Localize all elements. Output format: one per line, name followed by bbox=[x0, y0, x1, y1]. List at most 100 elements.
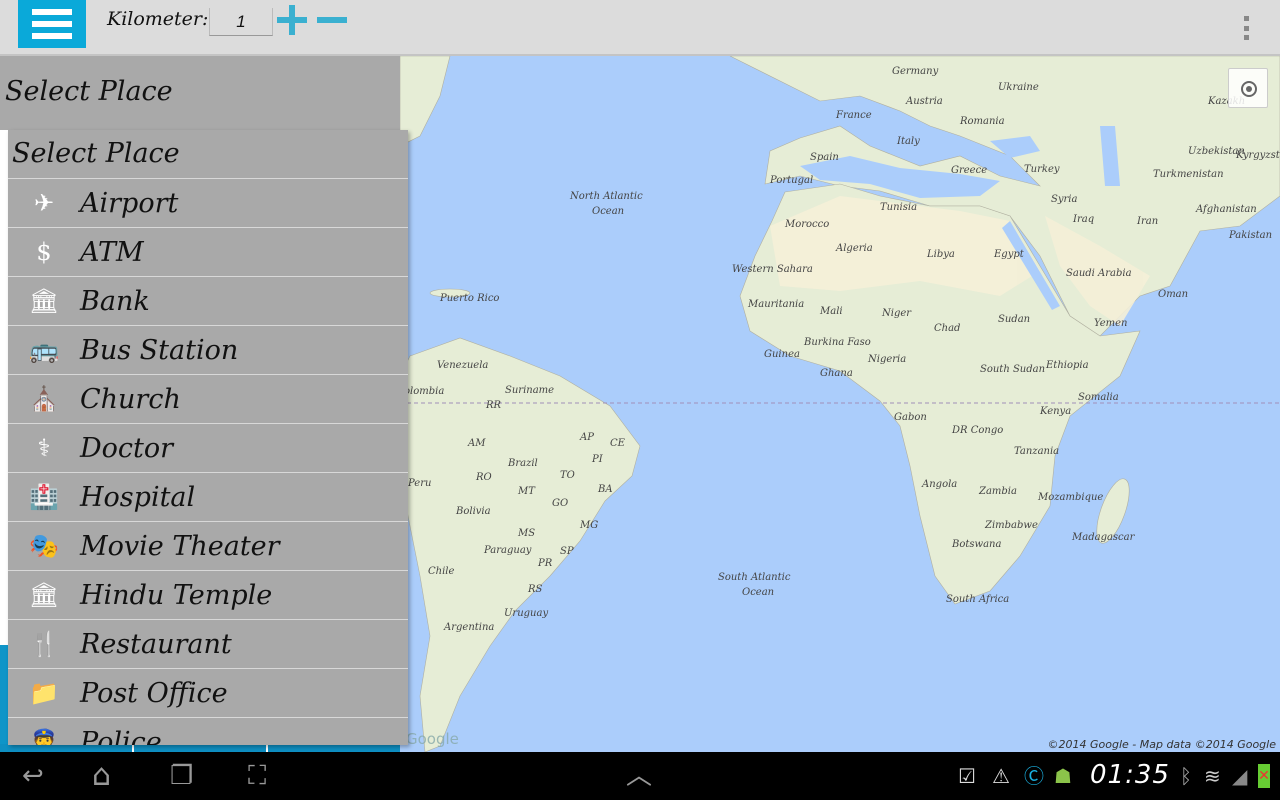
map-label: Angola bbox=[921, 479, 957, 490]
map-label: Oman bbox=[1158, 289, 1188, 300]
dropdown-item-doctor[interactable]: ⚕ Doctor bbox=[8, 424, 408, 473]
map-label: Tunisia bbox=[880, 202, 917, 213]
map-label: Yemen bbox=[1094, 318, 1128, 329]
map-label: South Africa bbox=[946, 594, 1009, 605]
bank-icon: 🏛 bbox=[28, 287, 60, 315]
map-label: Chad bbox=[934, 323, 960, 334]
dropdown-item-church[interactable]: ⛪ Church bbox=[8, 375, 408, 424]
map-label: Iraq bbox=[1072, 214, 1094, 225]
recent-apps-icon[interactable]: ❐ bbox=[170, 762, 193, 790]
map-label: MT bbox=[517, 486, 536, 497]
map-label: AM bbox=[467, 438, 486, 449]
bus-icon: 🚌 bbox=[29, 336, 59, 364]
wifi-icon: ≋ bbox=[1204, 764, 1221, 788]
map-label: Gabon bbox=[894, 412, 927, 423]
map-label: Libya bbox=[926, 249, 955, 260]
dropdown-item-restaurant[interactable]: 🍴 Restaurant bbox=[8, 620, 408, 669]
kilometer-label: Kilometer: bbox=[107, 8, 209, 30]
select-place-spinner[interactable]: Select Place bbox=[0, 56, 400, 130]
airplane-icon: ✈ bbox=[33, 189, 55, 217]
home-icon[interactable]: ⌂ bbox=[92, 761, 111, 791]
map-label: Madagascar bbox=[1071, 532, 1136, 543]
map-label: Puerto Rico bbox=[439, 293, 499, 304]
map-label: Argentina bbox=[443, 622, 494, 633]
map-label: Zambia bbox=[978, 486, 1017, 497]
overflow-menu-button[interactable] bbox=[1244, 16, 1250, 40]
dropdown-item-label: Doctor bbox=[80, 432, 174, 464]
dropdown-item-airport[interactable]: ✈ Airport bbox=[8, 179, 408, 228]
map-label: MS bbox=[517, 528, 535, 539]
dropdown-item-label: Police bbox=[80, 726, 162, 746]
map-label: South Sudan bbox=[980, 364, 1045, 375]
dropdown-item-atm[interactable]: $ ATM bbox=[8, 228, 408, 277]
map-label: Germany bbox=[892, 66, 939, 77]
dropdown-item-bank[interactable]: 🏛 Bank bbox=[8, 277, 408, 326]
theater-mask-icon: 🎭 bbox=[29, 532, 59, 560]
map-label: Western Sahara bbox=[732, 264, 813, 275]
mailbox-icon: 📁 bbox=[29, 679, 59, 707]
map-label: Austria bbox=[905, 96, 943, 107]
map-label: France bbox=[835, 110, 872, 121]
warning-icon: ⚠ bbox=[992, 764, 1010, 788]
map-label: RS bbox=[527, 584, 543, 595]
map-label: TO bbox=[560, 470, 575, 481]
bluetooth-icon: ᛒ bbox=[1180, 764, 1192, 788]
battery-icon: ✕ bbox=[1258, 764, 1270, 788]
map-label: Turkmenistan bbox=[1153, 169, 1224, 180]
dropdown-title[interactable]: Select Place bbox=[8, 130, 408, 179]
dropdown-item-label: Airport bbox=[80, 187, 179, 219]
police-icon: 👮 bbox=[29, 728, 59, 745]
atm-pin-icon: $ bbox=[36, 238, 52, 266]
kilometer-input[interactable] bbox=[209, 8, 273, 36]
screenshot-icon[interactable]: ⛶ bbox=[248, 762, 266, 790]
map-label: Afghanistan bbox=[1195, 204, 1257, 215]
map-label: DR Congo bbox=[951, 425, 1003, 436]
dropdown-item-label: Movie Theater bbox=[80, 530, 280, 562]
map-label: Mozambique bbox=[1037, 492, 1103, 503]
temple-icon: 🏛 bbox=[28, 581, 60, 609]
back-icon[interactable]: ↩ bbox=[22, 762, 44, 790]
map-label: BA bbox=[597, 484, 613, 495]
increase-km-button[interactable] bbox=[277, 5, 307, 35]
dropdown-item-post-office[interactable]: 📁 Post Office bbox=[8, 669, 408, 718]
church-icon: ⛪ bbox=[29, 385, 59, 413]
screen-check-icon: ☑ bbox=[958, 764, 976, 788]
map-label: Bolivia bbox=[455, 506, 491, 517]
map-label: Niger bbox=[881, 308, 912, 319]
dropdown-item-label: Bus Station bbox=[80, 334, 239, 366]
map-label: Brazil bbox=[507, 458, 538, 469]
dropdown-item-label: ATM bbox=[80, 236, 144, 268]
map-view[interactable]: Germany Ukraine Austria France Romania Kazakh… bbox=[400, 56, 1280, 752]
hamburger-icon bbox=[32, 9, 72, 15]
map-label: Nigeria bbox=[867, 354, 906, 365]
chevron-up-icon[interactable]: ︿ bbox=[626, 762, 652, 790]
map-label: PR bbox=[537, 558, 553, 569]
map-label: MG bbox=[579, 520, 598, 531]
dropdown-item-movie-theater[interactable]: 🎭 Movie Theater bbox=[8, 522, 408, 571]
map-label: Mali bbox=[819, 306, 843, 317]
map-label: Ocean bbox=[742, 587, 774, 598]
dropdown-item-hospital[interactable]: 🏥 Hospital bbox=[8, 473, 408, 522]
map-label: Burkina Faso bbox=[803, 337, 871, 348]
doctor-icon: ⚕ bbox=[37, 434, 51, 462]
dropdown-item-bus-station[interactable]: 🚌 Bus Station bbox=[8, 326, 408, 375]
dropdown-item-hindu-temple[interactable]: 🏛 Hindu Temple bbox=[8, 571, 408, 620]
map-label: SP bbox=[560, 546, 574, 557]
map-label: Uruguay bbox=[504, 608, 548, 619]
map-label: Algeria bbox=[835, 243, 873, 254]
map-label: RR bbox=[485, 400, 502, 411]
dropdown-item-police[interactable]: 👮 Police bbox=[8, 718, 408, 746]
dropdown-item-label: Bank bbox=[80, 285, 150, 317]
map-label: CE bbox=[610, 438, 626, 449]
map-label: GO bbox=[552, 498, 568, 509]
menu-button[interactable] bbox=[18, 0, 86, 48]
select-place-dropdown: Select Place ✈ Airport $ ATM 🏛 Bank 🚌 Bus Stati… bbox=[8, 130, 408, 745]
map-label: Greece bbox=[951, 165, 987, 176]
map-label: South Atlantic bbox=[718, 572, 791, 583]
map-label: Paraguay bbox=[483, 545, 532, 556]
map-label: Pakistan bbox=[1228, 230, 1272, 241]
dropdown-item-label: Post Office bbox=[80, 677, 228, 709]
my-location-button[interactable] bbox=[1228, 68, 1268, 108]
map-label: Iran bbox=[1136, 216, 1158, 227]
decrease-km-button[interactable] bbox=[317, 17, 347, 23]
